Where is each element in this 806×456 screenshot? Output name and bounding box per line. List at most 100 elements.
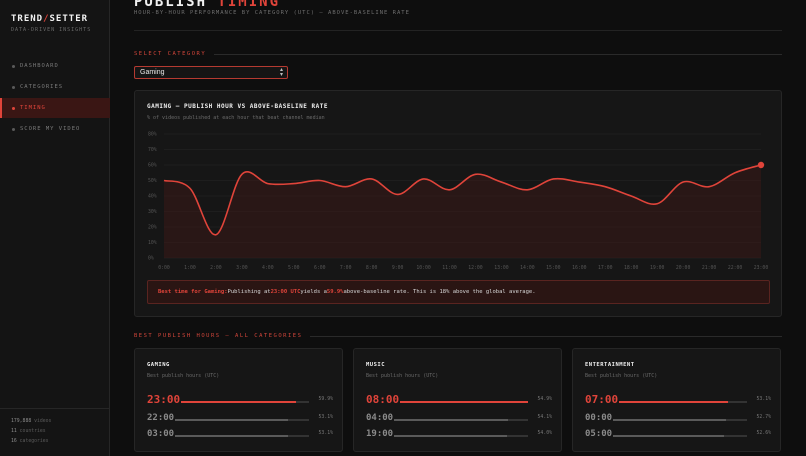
x-tick-label: 1:00 bbox=[184, 265, 196, 271]
best-hour-point[interactable] bbox=[757, 161, 765, 169]
hour-card-entertainment: ENTERTAINMENT Best publish hours (UTC) 07:… bbox=[572, 348, 781, 452]
rate-bar-track bbox=[175, 435, 309, 437]
rate-bar-fill bbox=[400, 401, 528, 403]
hour-rate: 54.0% bbox=[537, 431, 552, 436]
hour-card-title: MUSIC bbox=[366, 362, 386, 368]
hour-rate: 52.7% bbox=[756, 415, 771, 420]
hour-time: 05:00 bbox=[585, 429, 613, 439]
brand-logo[interactable]: TREND/SETTER bbox=[11, 14, 88, 24]
hour-rate: 52.6% bbox=[756, 431, 771, 436]
hour-card-title: ENTERTAINMENT bbox=[585, 362, 635, 368]
hour-row: 00:00 52.7% bbox=[585, 413, 771, 427]
stat-videos: 179,888 videos bbox=[11, 419, 52, 424]
rate-bar-track bbox=[175, 419, 309, 421]
nav-item-timing[interactable]: TIMING bbox=[0, 98, 110, 118]
stat-countries: 11 countries bbox=[11, 429, 46, 434]
timing-chart-card: GAMING — PUBLISH HOUR VS ABOVE-BASELINE … bbox=[134, 90, 782, 317]
stat-categories: 16 categories bbox=[11, 439, 49, 444]
header-divider bbox=[134, 30, 782, 31]
select-category-heading: SELECT CATEGORY bbox=[134, 51, 782, 57]
rate-bar-fill bbox=[613, 419, 726, 421]
rate-bar-fill bbox=[394, 419, 508, 421]
x-tick-label: 5:00 bbox=[288, 265, 300, 271]
x-tick-label: 10:00 bbox=[416, 265, 431, 271]
rate-bar-fill bbox=[619, 401, 728, 403]
hour-time: 07:00 bbox=[585, 393, 619, 406]
nav-item-dashboard[interactable]: DASHBOARD bbox=[0, 56, 110, 76]
x-tick-label: 17:00 bbox=[598, 265, 613, 271]
rate-bar-fill bbox=[175, 419, 288, 421]
sidebar-divider bbox=[0, 408, 110, 409]
chevron-updown-icon: ▴ ▾ bbox=[279, 67, 283, 78]
hour-time: 00:00 bbox=[585, 413, 613, 423]
x-tick-label: 11:00 bbox=[442, 265, 457, 271]
hour-row: 08:00 54.9% bbox=[366, 393, 552, 409]
hour-time: 03:00 bbox=[147, 429, 175, 439]
hour-row: 23:00 59.9% bbox=[147, 393, 333, 409]
hour-time: 04:00 bbox=[366, 413, 394, 423]
rate-bar-fill bbox=[394, 435, 507, 437]
hour-rate: 53.1% bbox=[318, 415, 333, 420]
x-tick-label: 15:00 bbox=[546, 265, 561, 271]
nav-item-score-my-video[interactable]: SCORE MY VIDEO bbox=[0, 119, 110, 139]
x-tick-label: 0:00 bbox=[158, 265, 170, 271]
rate-bar-fill bbox=[613, 435, 725, 437]
y-tick-label: 40% bbox=[148, 194, 157, 200]
hour-rate: 54.1% bbox=[537, 415, 552, 420]
bullet-icon bbox=[12, 106, 15, 110]
brand-tagline: DATA-DRIVEN INSIGHTS bbox=[11, 27, 92, 33]
hour-card-music: MUSIC Best publish hours (UTC) 08:00 54.9% 0… bbox=[353, 348, 562, 452]
y-tick-label: 60% bbox=[148, 163, 157, 169]
x-tick-label: 14:00 bbox=[520, 265, 535, 271]
bullet-icon bbox=[12, 64, 15, 68]
x-tick-label: 6:00 bbox=[314, 265, 326, 271]
best-time-callout: Best time for Gaming: Publishing at 23:0… bbox=[147, 280, 770, 304]
x-tick-label: 7:00 bbox=[340, 265, 352, 271]
rate-bar-track bbox=[181, 401, 309, 403]
x-tick-label: 20:00 bbox=[676, 265, 691, 271]
hour-row: 22:00 53.1% bbox=[147, 413, 333, 427]
x-tick-label: 13:00 bbox=[494, 265, 509, 271]
rate-bar-fill bbox=[181, 401, 297, 403]
hour-rate: 59.9% bbox=[318, 397, 333, 402]
x-tick-label: 12:00 bbox=[468, 265, 483, 271]
nav-item-categories[interactable]: CATEGORIES bbox=[0, 77, 110, 97]
x-tick-label: 22:00 bbox=[728, 265, 743, 271]
y-tick-label: 80% bbox=[148, 132, 157, 138]
page-title: PUBLISH TIMING bbox=[134, 0, 281, 10]
bullet-icon bbox=[12, 127, 15, 131]
x-tick-label: 9:00 bbox=[392, 265, 404, 271]
hour-rate: 54.9% bbox=[537, 397, 552, 402]
rate-bar-track bbox=[619, 401, 747, 403]
category-select[interactable]: Gaming ▴ ▾ bbox=[134, 66, 288, 79]
rate-bar-track bbox=[394, 419, 528, 421]
rate-bar-track bbox=[613, 419, 747, 421]
hour-row: 03:00 53.1% bbox=[147, 429, 333, 443]
hour-row: 04:00 54.1% bbox=[366, 413, 552, 427]
y-tick-label: 10% bbox=[148, 240, 157, 246]
x-tick-label: 2:00 bbox=[210, 265, 222, 271]
rate-bar-fill bbox=[175, 435, 288, 437]
page-subtitle: HOUR-BY-HOUR PERFORMANCE BY CATEGORY (UT… bbox=[134, 10, 410, 16]
y-tick-label: 50% bbox=[148, 178, 157, 184]
x-tick-label: 3:00 bbox=[236, 265, 248, 271]
hour-rate: 53.1% bbox=[318, 431, 333, 436]
hour-time: 23:00 bbox=[147, 393, 181, 406]
hour-card-subtitle: Best publish hours (UTC) bbox=[366, 373, 439, 379]
hour-row: 05:00 52.6% bbox=[585, 429, 771, 443]
best-hours-heading: BEST PUBLISH HOURS — ALL CATEGORIES bbox=[134, 333, 782, 339]
rate-bar-track bbox=[613, 435, 747, 437]
x-tick-label: 16:00 bbox=[572, 265, 587, 271]
x-tick-label: 4:00 bbox=[262, 265, 274, 271]
hour-row: 07:00 53.1% bbox=[585, 393, 771, 409]
x-tick-label: 18:00 bbox=[624, 265, 639, 271]
hour-time: 19:00 bbox=[366, 429, 394, 439]
hour-card-title: GAMING bbox=[147, 362, 170, 368]
y-tick-label: 70% bbox=[148, 147, 157, 153]
bullet-icon bbox=[12, 85, 15, 89]
hour-rate: 53.1% bbox=[756, 397, 771, 402]
rate-bar-track bbox=[394, 435, 528, 437]
series-area bbox=[164, 165, 761, 258]
x-tick-label: 8:00 bbox=[366, 265, 378, 271]
hour-time: 08:00 bbox=[366, 393, 400, 406]
